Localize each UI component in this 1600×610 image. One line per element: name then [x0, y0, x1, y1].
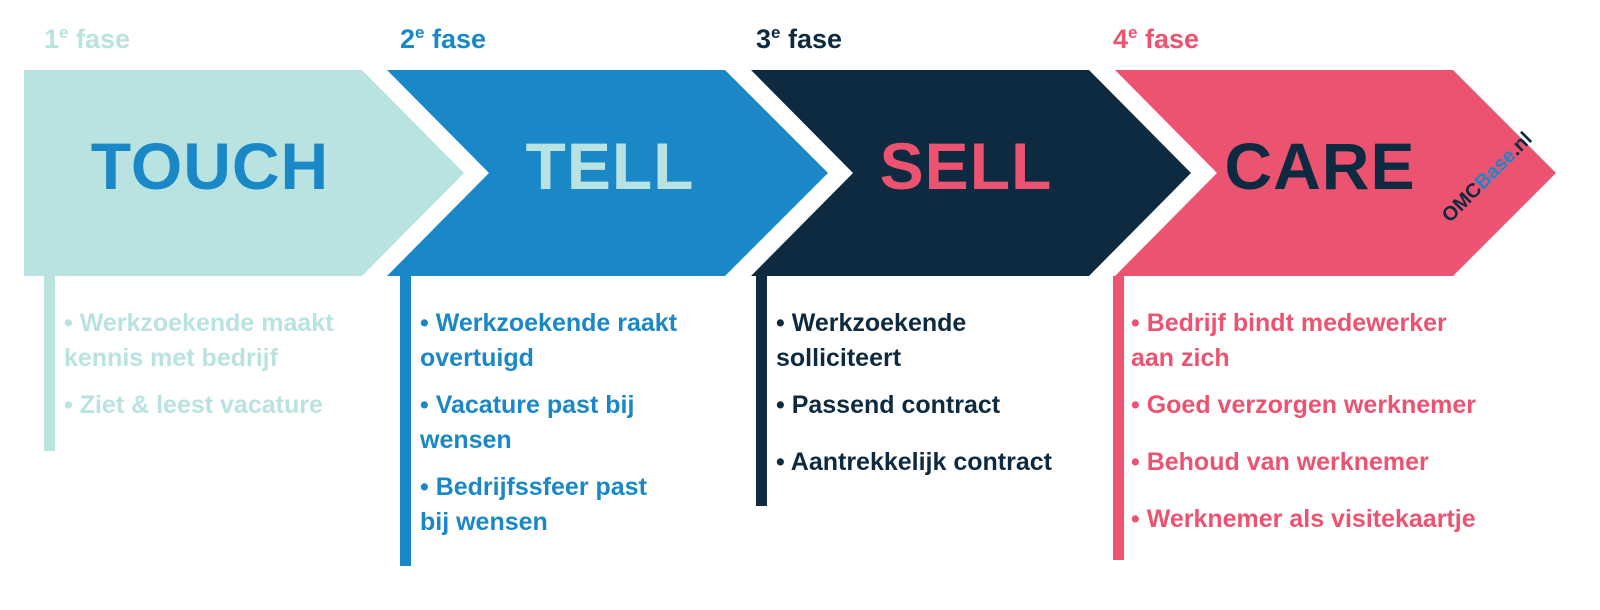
- list-item: • Werknemer als visitekaartje: [1131, 505, 1476, 533]
- list-item: • Behoud van werknemer: [1131, 448, 1429, 476]
- phase-label-4: 4e fase: [1113, 23, 1200, 54]
- list-item: • Goed verzorgen werknemer: [1131, 391, 1476, 419]
- phase-title-tell: TELL: [525, 129, 695, 203]
- list-item: • Passend contract: [776, 391, 1001, 419]
- phase-label-3: 3e fase: [756, 23, 843, 54]
- phase-title-touch: TOUCH: [90, 129, 330, 203]
- phase-line-2: [400, 276, 411, 566]
- phase-line-3: [756, 276, 767, 506]
- phase-list-2: • Werkzoekende raakt overtuigd • Vacatur…: [420, 306, 710, 552]
- phase-line-1: [44, 276, 55, 451]
- list-item: • Werkzoekende maakt kennis met bedrijf: [64, 309, 334, 372]
- list-item: • Werkzoekende raakt overtuigd: [420, 309, 678, 372]
- list-item: • Bedrijfssfeer past bij wensen: [420, 473, 647, 536]
- list-item: • Bedrijf bindt medewerker aan zich: [1131, 309, 1447, 372]
- phase-label-1: 1e fase: [44, 23, 131, 54]
- phase-label-2: 2e fase: [400, 23, 487, 54]
- phase-list-3: • Werkzoekende solliciteert • Passend co…: [776, 306, 1076, 492]
- phase-title-care: CARE: [1224, 129, 1416, 203]
- phase-list-1: • Werkzoekende maakt kennis met bedrijf …: [64, 306, 364, 435]
- list-item: • Vacature past bij wensen: [420, 391, 635, 454]
- list-item: • Ziet & leest vacature: [64, 391, 323, 419]
- list-item: • Aantrekkelijk contract: [776, 448, 1052, 476]
- phase-list-4: • Bedrijf bindt medewerker aan zich • Go…: [1131, 306, 1511, 549]
- phase-title-sell: SELL: [879, 129, 1053, 203]
- list-item: • Werkzoekende solliciteert: [776, 309, 967, 372]
- phase-line-4: [1113, 276, 1124, 560]
